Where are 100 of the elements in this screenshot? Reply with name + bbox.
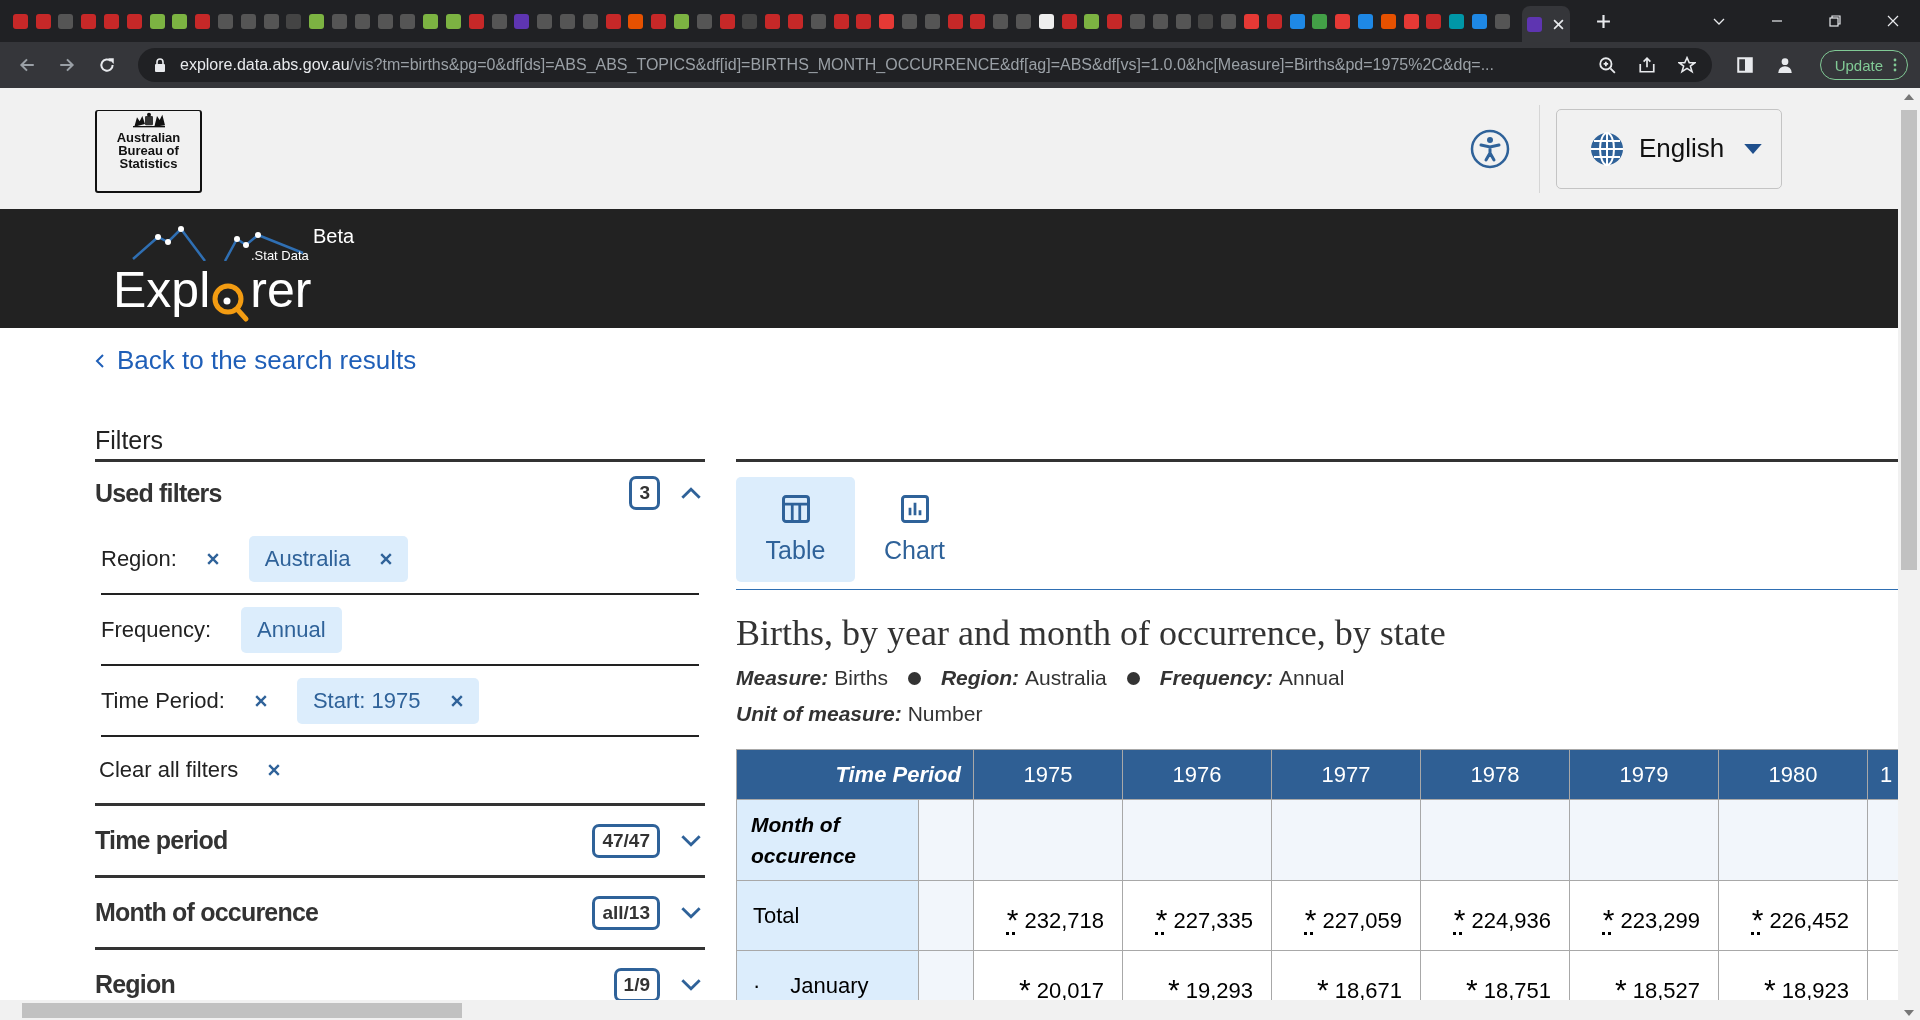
meta-value: Number bbox=[907, 702, 983, 726]
close-icon[interactable] bbox=[254, 694, 267, 707]
filter-count: all/13 bbox=[592, 895, 660, 930]
current-tab[interactable] bbox=[1521, 6, 1570, 42]
table-cell: 227,059 bbox=[1322, 908, 1402, 933]
back-link[interactable]: Back to the search results bbox=[95, 345, 417, 376]
language-dropdown[interactable]: English bbox=[1556, 108, 1782, 189]
abs-logo[interactable]: Australian Bureau of Statistics bbox=[95, 110, 202, 193]
address-field[interactable]: explore.data.abs.gov.au/vis?tm=births&pg=0&df[ds]=ABS_ABS_TOPICS&df[id]=BIRTHS_MONTH_OCCURRENCE&df[ag]=ABS&df[vs]=1.0.0&hc[Measure]=Births&pd=1975%2C&dq=... bbox=[138, 48, 1712, 82]
section-title[interactable]: Month of occurence bbox=[95, 898, 593, 927]
graph-point bbox=[155, 233, 161, 240]
section-title[interactable]: Time period bbox=[95, 826, 593, 855]
flag-mark[interactable]: * bbox=[1602, 903, 1615, 936]
table-cell: 227,335 bbox=[1173, 908, 1253, 933]
filter-chip[interactable]: Annual bbox=[241, 606, 342, 653]
table-cell: 19,293 bbox=[1185, 978, 1253, 1000]
forward-icon[interactable] bbox=[58, 56, 76, 74]
filter-label: Region: bbox=[101, 545, 177, 572]
restore-icon[interactable] bbox=[1828, 14, 1842, 28]
table-cell: 18,671 bbox=[1334, 978, 1402, 1000]
lock-icon[interactable] bbox=[154, 58, 166, 72]
filter-count: 3 bbox=[629, 476, 660, 510]
logo-subtitle: .Stat Data bbox=[251, 248, 309, 263]
logo-text: Australian bbox=[116, 131, 181, 144]
flag-mark[interactable]: * bbox=[1764, 973, 1776, 1000]
meta-value: Australia bbox=[1025, 666, 1107, 690]
table-cell: 18,923 bbox=[1781, 978, 1849, 1000]
star-icon[interactable] bbox=[1677, 56, 1696, 74]
filter-chip[interactable]: Australia bbox=[248, 535, 409, 582]
filters-heading: Filters bbox=[95, 426, 705, 462]
flag-mark[interactable]: * bbox=[1155, 903, 1168, 936]
globe-icon bbox=[1589, 130, 1625, 167]
row-label: Total bbox=[736, 880, 919, 951]
chevron-left-icon bbox=[95, 352, 105, 369]
chevron-icon[interactable] bbox=[680, 834, 702, 847]
flag-mark[interactable]: * bbox=[1466, 973, 1478, 1000]
close-icon[interactable] bbox=[268, 764, 281, 776]
share-icon[interactable] bbox=[1637, 56, 1656, 74]
logo-text: Bureau of bbox=[118, 144, 179, 157]
tab-close-icon[interactable] bbox=[1553, 18, 1565, 30]
sidebar-icon[interactable] bbox=[1735, 56, 1754, 74]
flag-mark[interactable]: * bbox=[1019, 973, 1031, 1000]
menu-icon[interactable] bbox=[1893, 58, 1897, 72]
column-header: 1979 bbox=[1569, 749, 1719, 800]
graph-point bbox=[178, 225, 184, 232]
accessibility-icon[interactable] bbox=[1470, 128, 1510, 169]
flag-mark[interactable]: * bbox=[1615, 973, 1627, 1000]
filter-label: Time Period: bbox=[101, 687, 225, 714]
meta-value: Annual bbox=[1278, 666, 1345, 690]
scroll-down-icon[interactable] bbox=[1904, 1010, 1914, 1016]
separator-dot-icon bbox=[1126, 671, 1140, 685]
back-icon[interactable] bbox=[18, 56, 36, 74]
column-header: 1978 bbox=[1420, 749, 1570, 800]
horizontal-scrollbar[interactable] bbox=[0, 1000, 1898, 1020]
beta-label: Beta bbox=[313, 224, 355, 248]
view-tab[interactable]: Table bbox=[736, 477, 855, 582]
separator-dot-icon bbox=[907, 671, 921, 685]
flag-mark[interactable]: * bbox=[1453, 903, 1466, 936]
logo-text[interactable]: rer bbox=[250, 264, 312, 315]
bar-chart-icon bbox=[899, 494, 930, 524]
meta-key: Frequency: bbox=[1159, 666, 1273, 690]
table-cell: 226,452 bbox=[1769, 908, 1849, 933]
zoom-icon[interactable] bbox=[1597, 56, 1616, 74]
flag-mark[interactable]: * bbox=[1304, 903, 1317, 936]
clear-filters-link[interactable]: Clear all filters bbox=[99, 757, 239, 783]
logo-text[interactable]: Expl bbox=[113, 264, 211, 315]
graph-point bbox=[234, 235, 240, 242]
view-tab[interactable]: Chart bbox=[855, 477, 974, 582]
column-header: 1980 bbox=[1718, 749, 1868, 800]
meta-key: Measure: bbox=[736, 666, 829, 690]
section-title: Used filters bbox=[95, 478, 223, 508]
vertical-scrollbar[interactable] bbox=[1898, 88, 1920, 1020]
graph-point bbox=[165, 238, 171, 245]
flag-mark[interactable]: * bbox=[1317, 973, 1329, 1000]
row-label: · January bbox=[736, 950, 919, 1000]
column-header: 1975 bbox=[973, 749, 1123, 800]
section-title[interactable]: Region bbox=[95, 970, 614, 999]
table-cell: 18,751 bbox=[1483, 978, 1551, 1000]
meta-key: Region: bbox=[940, 666, 1020, 690]
flag-mark[interactable]: * bbox=[1006, 903, 1019, 936]
chevron-icon[interactable] bbox=[680, 486, 702, 500]
update-button[interactable]: Update bbox=[1819, 50, 1908, 80]
table-cell: 20,017 bbox=[1036, 978, 1104, 1000]
profile-icon[interactable] bbox=[1775, 56, 1794, 74]
filter-chip[interactable]: Start: 1975 bbox=[296, 677, 479, 724]
graph-point bbox=[255, 231, 261, 238]
filter-count: 47/47 bbox=[592, 823, 660, 858]
chevron-icon[interactable] bbox=[680, 906, 702, 919]
reload-icon[interactable] bbox=[98, 56, 116, 74]
filter-label: Frequency: bbox=[101, 616, 212, 643]
scroll-up-icon[interactable] bbox=[1904, 94, 1914, 100]
graph-point bbox=[243, 241, 249, 248]
flag-mark[interactable]: * bbox=[1751, 903, 1764, 936]
meta-key: Unit of measure: bbox=[736, 702, 902, 726]
chevron-icon[interactable] bbox=[680, 978, 702, 991]
table-cell: 232,718 bbox=[1024, 908, 1104, 933]
flag-mark[interactable]: * bbox=[1168, 973, 1180, 1000]
close-icon[interactable] bbox=[206, 552, 219, 565]
new-tab-icon[interactable] bbox=[1595, 13, 1611, 29]
table-icon bbox=[780, 494, 811, 524]
